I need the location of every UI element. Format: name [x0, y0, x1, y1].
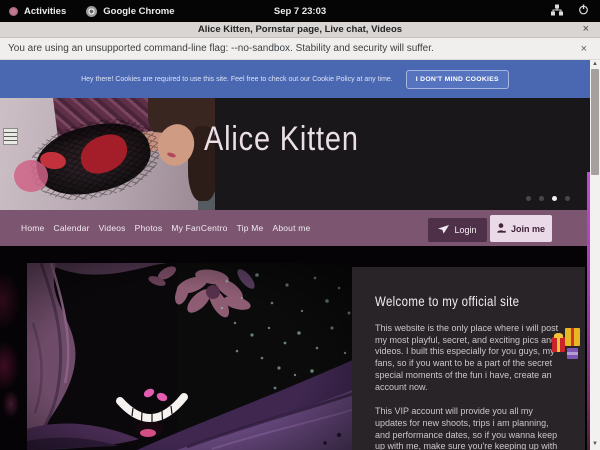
nav-item-aboutme[interactable]: About me: [272, 223, 310, 233]
nav-item-home[interactable]: Home: [21, 223, 44, 233]
nav-item-tipme[interactable]: Tip Me: [237, 223, 264, 233]
photo-tag-shape: [3, 128, 18, 145]
window-titlebar: Alice Kitten, Pornstar page, Live chat, …: [0, 22, 600, 38]
person-icon: [497, 223, 506, 235]
login-button[interactable]: Login: [428, 218, 487, 242]
join-button[interactable]: Join me: [490, 215, 552, 242]
site-title: Alice Kitten: [204, 120, 359, 159]
gift-boxes-decoration: [552, 325, 584, 363]
infobar-close-icon[interactable]: ×: [581, 43, 587, 55]
cheshire-cat-image: [27, 263, 355, 450]
nav-item-photos[interactable]: Photos: [135, 223, 163, 233]
carousel-dot[interactable]: [539, 196, 544, 201]
gift-red-icon: [552, 337, 565, 352]
main-content: Welcome to my official site This website…: [0, 246, 590, 450]
nav-item-videos[interactable]: Videos: [99, 223, 126, 233]
photo-fabric-shape: [14, 160, 48, 192]
nav-item-fancentro[interactable]: My FanCentro: [171, 223, 227, 233]
carousel-dots: [526, 196, 570, 201]
site-header: Alice Kitten: [0, 98, 590, 210]
carousel-dot[interactable]: [565, 196, 570, 201]
power-icon[interactable]: [578, 4, 589, 18]
carousel-dot[interactable]: [526, 196, 531, 201]
desktop-screen: Activities Google Chrome Sep 7 23:03 Ali…: [0, 0, 600, 450]
cookie-accept-button[interactable]: I DON'T MIND COOKIES: [406, 70, 509, 89]
gift-yellow-icon: [565, 328, 580, 346]
app-menu-button[interactable]: Google Chrome: [86, 6, 174, 17]
chrome-icon: [86, 6, 97, 17]
login-label: Login: [454, 225, 476, 235]
activities-indicator-icon: [9, 7, 18, 16]
cookie-message: Hey there! Cookies are required to use t…: [81, 76, 393, 83]
page-viewport: Hey there! Cookies are required to use t…: [0, 60, 600, 450]
welcome-paragraph-2: This VIP account will provide you all my…: [375, 406, 563, 450]
carousel-dot[interactable]: [552, 196, 557, 201]
scrollbar-up-icon[interactable]: ▲: [590, 60, 600, 68]
window-title: Alice Kitten, Pornstar page, Live chat, …: [198, 24, 402, 35]
infobar-message: You are using an unsupported command-lin…: [8, 43, 434, 54]
welcome-paragraph-1: This website is the only place where i w…: [375, 323, 563, 393]
chrome-infobar: You are using an unsupported command-lin…: [0, 38, 600, 60]
nav-item-calendar[interactable]: Calendar: [53, 223, 89, 233]
gnome-top-bar: Activities Google Chrome Sep 7 23:03: [0, 0, 600, 22]
page-scrollbar[interactable]: ▲ ▼: [590, 60, 600, 450]
send-icon: [438, 225, 449, 236]
network-icon[interactable]: [551, 4, 563, 19]
window-close-icon[interactable]: ×: [583, 23, 589, 35]
clock[interactable]: Sep 7 23:03: [274, 6, 326, 17]
main-nav: Home Calendar Videos Photos My FanCentro…: [0, 210, 590, 246]
header-photo: [0, 98, 215, 210]
app-menu-label: Google Chrome: [103, 6, 174, 17]
join-label: Join me: [511, 224, 545, 234]
activities-label: Activities: [24, 6, 66, 17]
scrollbar-thumb[interactable]: [591, 69, 599, 175]
gift-purple-icon: [567, 348, 578, 359]
scrollbar-down-icon[interactable]: ▼: [590, 440, 600, 448]
activities-button[interactable]: Activities: [9, 6, 66, 17]
cookie-banner: Hey there! Cookies are required to use t…: [0, 60, 590, 98]
welcome-panel: Welcome to my official site This website…: [352, 267, 585, 450]
welcome-heading: Welcome to my official site: [375, 293, 529, 309]
